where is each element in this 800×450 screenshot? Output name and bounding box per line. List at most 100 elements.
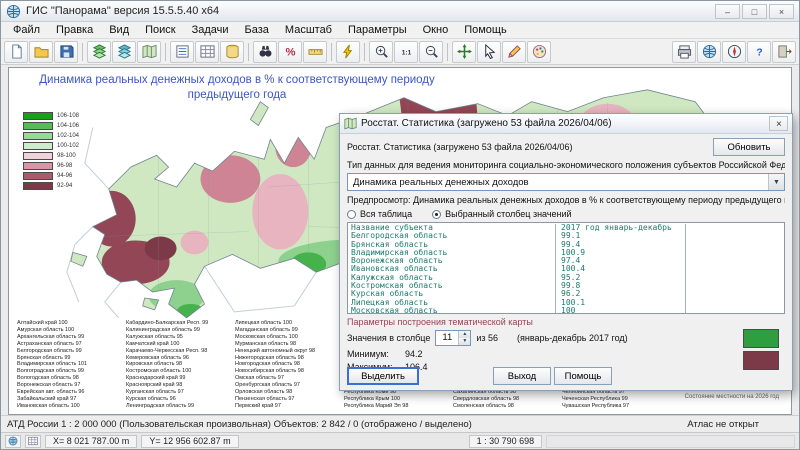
percent-scale-button[interactable] — [278, 41, 302, 63]
menu-edit[interactable]: Правка — [48, 23, 101, 37]
region-list-item: Вологодская область 98 — [17, 375, 121, 382]
region-list-item: Кировская область 98 — [126, 361, 230, 368]
map-view-button[interactable] — [137, 41, 161, 63]
source-label: Росстат. Статистика (загружено 53 файла … — [347, 142, 573, 152]
menu-file[interactable]: Файл — [5, 23, 48, 37]
dialog-close-button[interactable]: × — [769, 116, 788, 131]
chevron-down-icon[interactable]: ▼ — [768, 174, 784, 190]
radio-whole-table[interactable]: Вся таблица — [347, 209, 412, 219]
values-row: Значения в столбце 11 ▲ ▼ из 56 (январь-… — [347, 330, 785, 346]
actual-scale-button[interactable] — [394, 41, 418, 63]
help-dialog-button[interactable]: Помощь — [554, 367, 612, 385]
grid-toggle-button[interactable] — [25, 435, 41, 448]
table-row[interactable]: Воронежская область 97.4 — [351, 257, 781, 265]
region-fill — [177, 304, 205, 320]
params-title: Параметры построения тематической карты — [347, 317, 785, 327]
coordinate-system-button[interactable] — [5, 435, 21, 448]
save-button[interactable] — [54, 41, 78, 63]
compass-button[interactable] — [722, 41, 746, 63]
min-label: Минимум: — [347, 349, 405, 359]
region-list-item: Омская область 97 — [235, 375, 339, 382]
spinner-buttons: ▲ ▼ — [458, 331, 470, 345]
toolbar-separator — [447, 43, 448, 61]
window-title-bar[interactable]: ГИС "Панорама" версия 15.5.5.40 x64 – □ … — [1, 1, 799, 22]
open-folder-button[interactable] — [29, 41, 53, 63]
run-task-button[interactable] — [336, 41, 360, 63]
menu-parameters[interactable]: Параметры — [340, 23, 415, 37]
legend-swatch — [23, 142, 53, 150]
object-list-button[interactable] — [170, 41, 194, 63]
exit-button[interactable] — [772, 41, 796, 63]
menu-scale[interactable]: Масштаб — [277, 23, 340, 37]
toolbar-separator — [248, 43, 249, 61]
zoom-in-icon — [374, 44, 389, 59]
minimize-button[interactable]: – — [715, 4, 740, 19]
column-spinner[interactable]: 11 ▲ ▼ — [435, 330, 471, 346]
table-row[interactable]: Костромская область 99.8 — [351, 282, 781, 290]
table-row[interactable]: Московская область 100 — [351, 307, 781, 314]
palette-button[interactable] — [527, 41, 551, 63]
preview-table[interactable]: Название субъекта 2017 год январь-декабр… — [347, 222, 785, 314]
table-row[interactable]: Липецкая область 100.1 — [351, 299, 781, 307]
main-toolbar — [1, 39, 799, 65]
table-row[interactable]: Владимирская область 100.9 — [351, 249, 781, 257]
maximize-button[interactable]: □ — [742, 4, 767, 19]
pan-button[interactable] — [452, 41, 476, 63]
table-row[interactable]: Курская область 96.2 — [351, 290, 781, 298]
table-row[interactable]: Ивановская область 100.4 — [351, 265, 781, 273]
dialog-title: Росстат. Статистика (загружено 53 файла … — [361, 118, 612, 129]
database-button[interactable] — [220, 41, 244, 63]
scale-indicator[interactable]: 1 : 30 790 698 — [469, 435, 543, 448]
map-layers-button[interactable] — [87, 41, 111, 63]
table-row[interactable]: Белгородская область 99.1 — [351, 232, 781, 240]
table-cell-value: 100 — [556, 307, 686, 314]
preview-label: Предпросмотр: Динамика реальных денежных… — [347, 195, 785, 205]
attribute-table-button[interactable] — [195, 41, 219, 63]
coordinate-bar: X= 8 021 787.00 m Y= 12 956 602.87 m 1 :… — [1, 432, 799, 449]
menu-database[interactable]: База — [237, 23, 277, 37]
help-button[interactable] — [747, 41, 771, 63]
menu-help[interactable]: Помощь — [456, 23, 515, 37]
print-button[interactable] — [672, 41, 696, 63]
select-object-button[interactable] — [477, 41, 501, 63]
max-color-swatch[interactable] — [743, 329, 779, 348]
ruler-icon — [308, 44, 323, 59]
table-cell-name: Московская область — [351, 307, 556, 314]
region-list-item: Чеченская Республика 99 — [562, 396, 666, 403]
values-period: (январь-декабрь 2017 год) — [517, 333, 628, 343]
help-icon — [752, 44, 767, 59]
table-cell-value: 100.1 — [556, 299, 686, 307]
globe-button[interactable] — [697, 41, 721, 63]
dialog-title-bar[interactable]: Росстат. Статистика (загружено 53 файла … — [340, 114, 792, 134]
min-color-swatch[interactable] — [743, 351, 779, 370]
zoom-out-button[interactable] — [419, 41, 443, 63]
table-row[interactable]: Брянская область 99.4 — [351, 241, 781, 249]
layer-visibility-button[interactable] — [112, 41, 136, 63]
new-document-button[interactable] — [4, 41, 28, 63]
menu-tasks[interactable]: Задачи — [184, 23, 237, 37]
binoculars-icon — [258, 44, 273, 59]
exit-dialog-button[interactable]: Выход — [493, 367, 551, 385]
refresh-button[interactable]: Обновить — [713, 138, 785, 156]
data-type-combobox[interactable]: Динамика реальных денежных доходов ▼ — [347, 173, 785, 191]
search-binoculars-button[interactable] — [253, 41, 277, 63]
status-map-info: АТД России 1 : 2 000 000 (Пользовательск… — [7, 419, 472, 430]
table-row[interactable]: Калужская область 95.2 — [351, 274, 781, 282]
rosstat-statistics-dialog: Росстат. Статистика (загружено 53 файла … — [339, 113, 793, 391]
min-row: Минимум: 94.2 — [347, 349, 785, 359]
radio-selected-column[interactable]: Выбранный столбец значений — [432, 209, 572, 219]
menu-search[interactable]: Поиск — [137, 23, 183, 37]
measure-ruler-button[interactable] — [303, 41, 327, 63]
spinner-up-button[interactable]: ▲ — [459, 331, 470, 338]
combobox-value: Динамика реальных денежных доходов — [348, 177, 768, 188]
zoom-in-button[interactable] — [369, 41, 393, 63]
edit-pencil-button[interactable] — [502, 41, 526, 63]
spinner-down-button[interactable]: ▼ — [459, 338, 470, 345]
dialog-buttons: Выделить Выход Помощь — [347, 367, 612, 385]
table-cell-name: Калужская область — [351, 274, 556, 282]
table-cell-value: 100.9 — [556, 249, 686, 257]
select-button[interactable]: Выделить — [347, 367, 419, 385]
menu-window[interactable]: Окно — [415, 23, 457, 37]
menu-view[interactable]: Вид — [101, 23, 137, 37]
close-button[interactable]: × — [769, 4, 794, 19]
